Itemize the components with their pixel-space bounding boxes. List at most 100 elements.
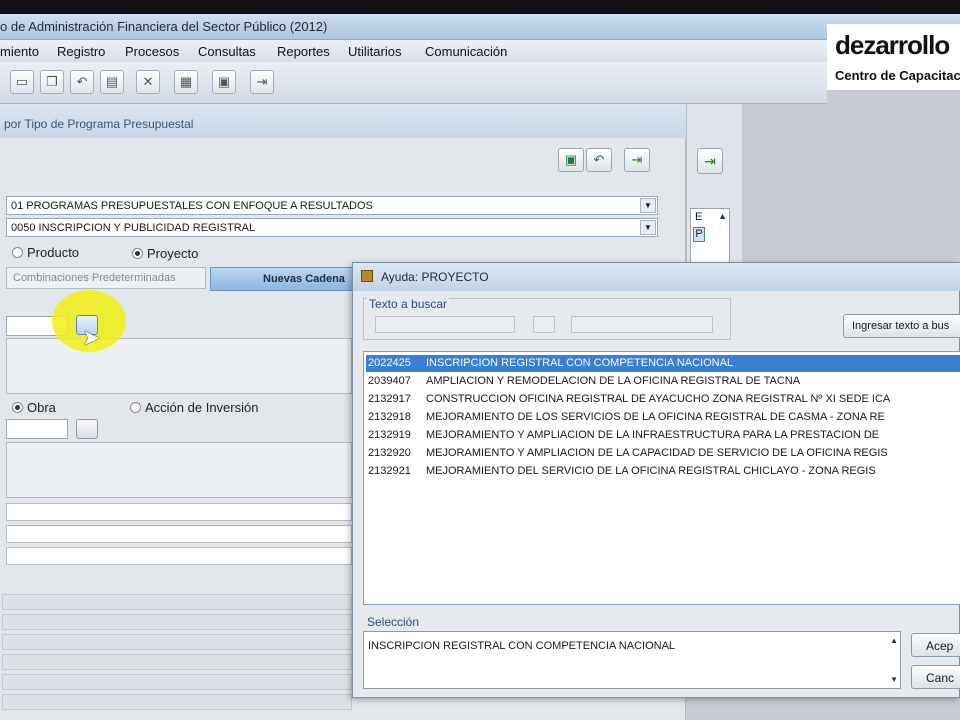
- undo-icon[interactable]: ↶: [70, 70, 94, 94]
- list-item-code: 2039407: [368, 375, 411, 387]
- list-item-text: MEJORAMIENTO DEL SERVICIO DE LA OFICINA …: [426, 465, 876, 477]
- list-item[interactable]: 2039407 AMPLIACION Y REMODELACION DE LA O…: [366, 373, 960, 390]
- program-type-select[interactable]: 01 PROGRAMAS PRESUPUESTALES CON ENFOQUE …: [6, 196, 658, 215]
- scroll-down-icon[interactable]: ▼: [890, 675, 898, 684]
- list-item[interactable]: 2132921 MEJORAMIENTO DEL SERVICIO DE LA O…: [366, 463, 960, 480]
- search-label: Texto a buscar: [367, 297, 450, 311]
- exit-door-icon[interactable]: ⇥: [697, 148, 723, 174]
- list-item[interactable]: 2132918 MEJORAMIENTO DE LOS SERVICIOS DE …: [366, 409, 960, 426]
- list-item-text: MEJORAMIENTO Y AMPLIACION DE LA INFRAEST…: [426, 429, 880, 441]
- logo-name: dezarrollo: [835, 30, 950, 60]
- search-text-button[interactable]: Ingresar texto a bus: [843, 314, 960, 338]
- side-list-selected-letter[interactable]: P: [693, 227, 705, 242]
- list-item-text: INSCRIPCION REGISTRAL CON COMPETENCIA NA…: [426, 357, 734, 369]
- mouse-pointer-icon: ➤: [82, 325, 101, 350]
- project-description-area: [6, 338, 352, 394]
- radio-obra[interactable]: Obra: [12, 400, 56, 415]
- dialog-title-bar: Ayuda: PROYECTO: [353, 263, 960, 291]
- list-item-text: CONSTRUCCION OFICINA REGISTRAL DE AYACUC…: [426, 393, 891, 405]
- menu-item-procesos[interactable]: Procesos: [125, 44, 179, 59]
- radio-producto[interactable]: Producto: [12, 245, 79, 260]
- scroll-up-icon[interactable]: ▲: [718, 211, 727, 221]
- screen-top-bar: [0, 0, 960, 14]
- list-item-code: 2132919: [368, 429, 411, 441]
- scroll-up-icon[interactable]: ▲: [890, 636, 898, 645]
- obra-description-area: [6, 442, 352, 498]
- grid-row: [2, 634, 352, 650]
- exit-icon[interactable]: ⇥: [250, 70, 274, 94]
- menu-item-reportes[interactable]: Reportes: [277, 44, 330, 59]
- list-item[interactable]: 2132917 CONSTRUCCION OFICINA REGISTRAL DE…: [366, 391, 960, 408]
- list-item-text: MEJORAMIENTO Y AMPLIACION DE LA CAPACIDA…: [426, 447, 888, 459]
- cancel-button[interactable]: Canc: [911, 665, 960, 689]
- selection-value: INSCRIPCION REGISTRAL CON COMPETENCIA NA…: [368, 640, 676, 652]
- dialog-title: Ayuda: PROYECTO: [381, 270, 489, 284]
- search-input-1[interactable]: [375, 316, 515, 333]
- window-title: o de Administración Financiera del Secto…: [0, 19, 328, 34]
- delete-icon[interactable]: ✕: [136, 70, 160, 94]
- radio-circle-icon[interactable]: [130, 402, 141, 413]
- list-item-text: MEJORAMIENTO DE LOS SERVICIOS DE LA OFIC…: [426, 411, 885, 423]
- dialog-app-icon: [361, 270, 373, 282]
- list-item-code: 2022425: [368, 357, 411, 369]
- search-input-2[interactable]: [533, 316, 555, 333]
- report-icon[interactable]: ▦: [174, 70, 198, 94]
- list-item[interactable]: 2132920 MEJORAMIENTO Y AMPLIACION DE LA C…: [366, 445, 960, 462]
- side-list-letter: E: [695, 211, 703, 223]
- list-item-code: 2132917: [368, 393, 411, 405]
- grid-row: [2, 674, 352, 690]
- grid-row: [2, 694, 352, 710]
- menu-item-consultas[interactable]: Consultas: [198, 44, 256, 59]
- menu-item-utilitarios[interactable]: Utilitarios: [348, 44, 401, 59]
- radio-producto-label: Producto: [27, 245, 80, 260]
- form-title: por Tipo de Programa Presupuestal: [4, 117, 194, 131]
- radio-circle-checked-icon[interactable]: [132, 248, 143, 259]
- copy-icon[interactable]: ❐: [40, 70, 64, 94]
- obra-lookup-button[interactable]: [76, 419, 98, 439]
- program-type-value: 01 PROGRAMAS PRESUPUESTALES CON ENFOQUE …: [11, 200, 373, 212]
- radio-circle-icon[interactable]: [12, 247, 23, 258]
- form-field-row[interactable]: [6, 503, 352, 521]
- accept-button[interactable]: Acep: [911, 633, 960, 657]
- menu-item-mantenimiento[interactable]: miento: [0, 44, 39, 59]
- project-list[interactable]: 2022425 INSCRIPCION REGISTRAL CON COMPETE…: [363, 351, 960, 605]
- print-icon[interactable]: ▤: [100, 70, 124, 94]
- logo-tagline: Centro de Capacitaci: [835, 68, 960, 83]
- tab-combinaciones[interactable]: Combinaciones Predeterminadas: [6, 267, 206, 289]
- exit-door-icon[interactable]: ⇥: [624, 148, 650, 172]
- menu-bar: miento Registro Procesos Consultas Repor…: [0, 40, 960, 62]
- list-item[interactable]: 2132919 MEJORAMIENTO Y AMPLIACION DE LA I…: [366, 427, 960, 444]
- list-item-text: AMPLIACION Y REMODELACION DE LA OFICINA …: [426, 375, 801, 387]
- new-document-icon[interactable]: ▭: [10, 70, 34, 94]
- obra-code-input[interactable]: [6, 419, 68, 439]
- search-input-3[interactable]: [571, 316, 713, 333]
- list-item[interactable]: 2022425 INSCRIPCION REGISTRAL CON COMPETE…: [366, 355, 960, 372]
- chevron-down-icon[interactable]: ▼: [640, 220, 656, 235]
- tab-nuevas-cadenas[interactable]: Nuevas Cadena: [210, 267, 356, 291]
- menu-item-comunicacion[interactable]: Comunicación: [425, 44, 507, 59]
- undo-icon[interactable]: ↶: [586, 148, 612, 172]
- radio-accion-inversion[interactable]: Acción de Inversión: [130, 400, 258, 415]
- list-item-code: 2132921: [368, 465, 411, 477]
- radio-obra-label: Obra: [27, 400, 56, 415]
- form-field-row[interactable]: [6, 525, 352, 543]
- list-item-code: 2132920: [368, 447, 411, 459]
- radio-proyecto[interactable]: Proyecto: [132, 246, 198, 261]
- grid-row: [2, 594, 352, 610]
- watermark-logo: dezarrollo Centro de Capacitaci: [827, 24, 960, 90]
- save-icon[interactable]: ▣: [212, 70, 236, 94]
- save-icon[interactable]: ▣: [558, 148, 584, 172]
- grid-row: [2, 614, 352, 630]
- program-value: 0050 INSCRIPCION Y PUBLICIDAD REGISTRAL: [11, 222, 256, 234]
- chevron-down-icon[interactable]: ▼: [640, 198, 656, 213]
- selection-textbox[interactable]: INSCRIPCION REGISTRAL CON COMPETENCIA NA…: [363, 631, 901, 689]
- list-item-code: 2132918: [368, 411, 411, 423]
- menu-item-registro[interactable]: Registro: [57, 44, 105, 59]
- window-title-bar: o de Administración Financiera del Secto…: [0, 14, 960, 40]
- main-toolbar: ▭ ❐ ↶ ▤ ✕ ▦ ▣ ⇥: [0, 62, 827, 104]
- form-header: por Tipo de Programa Presupuestal: [0, 104, 686, 138]
- program-select[interactable]: 0050 INSCRIPCION Y PUBLICIDAD REGISTRAL …: [6, 218, 658, 237]
- radio-circle-checked-icon[interactable]: [12, 402, 23, 413]
- form-field-row[interactable]: [6, 547, 352, 565]
- grid-row: [2, 654, 352, 670]
